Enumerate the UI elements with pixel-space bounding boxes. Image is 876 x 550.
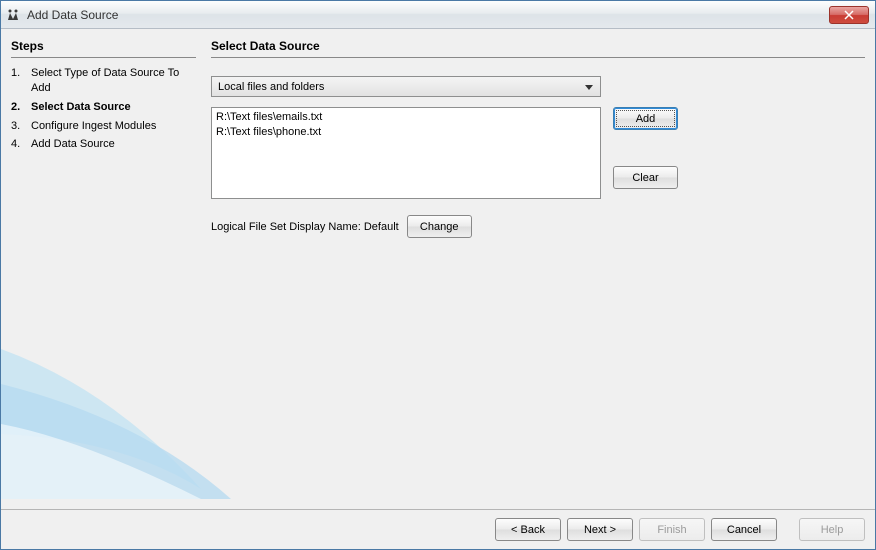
step-number: 2.: [11, 100, 31, 115]
file-list-buttons: Add Clear: [613, 107, 678, 189]
step-label: Add Data Source: [31, 137, 196, 152]
source-type-value: Local files and folders: [218, 81, 324, 93]
title-bar[interactable]: Add Data Source: [1, 1, 875, 29]
main-panel: Select Data Source Local files and folde…: [211, 39, 865, 509]
add-button[interactable]: Add: [613, 107, 678, 130]
step-item: 2. Select Data Source: [11, 100, 196, 115]
wizard-window: Add Data Source Steps 1. Select Type of …: [0, 0, 876, 550]
wizard-footer: < Back Next > Finish Cancel Help: [1, 509, 875, 549]
list-item[interactable]: R:\Text files\emails.txt: [216, 110, 596, 125]
step-item: 1. Select Type of Data Source To Add: [11, 66, 196, 96]
step-item: 4. Add Data Source: [11, 137, 196, 152]
change-button[interactable]: Change: [407, 215, 472, 238]
steps-list: 1. Select Type of Data Source To Add 2. …: [11, 66, 196, 156]
next-button[interactable]: Next >: [567, 518, 633, 541]
window-title: Add Data Source: [27, 8, 829, 22]
file-list[interactable]: R:\Text files\emails.txt R:\Text files\p…: [211, 107, 601, 199]
steps-header: Steps: [11, 39, 196, 58]
step-label: Configure Ingest Modules: [31, 119, 196, 134]
display-name-row: Logical File Set Display Name: Default C…: [211, 215, 865, 238]
back-button[interactable]: < Back: [495, 518, 561, 541]
finish-button: Finish: [639, 518, 705, 541]
step-item: 3. Configure Ingest Modules: [11, 119, 196, 134]
step-number: 4.: [11, 137, 31, 152]
list-item[interactable]: R:\Text files\phone.txt: [216, 125, 596, 140]
panel-header: Select Data Source: [211, 39, 865, 58]
source-type-dropdown[interactable]: Local files and folders: [211, 76, 601, 97]
step-number: 1.: [11, 66, 31, 96]
content-area: Steps 1. Select Type of Data Source To A…: [1, 29, 875, 549]
cancel-button[interactable]: Cancel: [711, 518, 777, 541]
clear-button[interactable]: Clear: [613, 166, 678, 189]
steps-sidebar: Steps 1. Select Type of Data Source To A…: [11, 39, 196, 509]
app-icon: [5, 7, 21, 23]
step-number: 3.: [11, 119, 31, 134]
close-button[interactable]: [829, 6, 869, 24]
display-name-label: Logical File Set Display Name: Default: [211, 221, 399, 233]
step-label: Select Data Source: [31, 100, 196, 115]
step-label: Select Type of Data Source To Add: [31, 66, 196, 96]
help-button: Help: [799, 518, 865, 541]
